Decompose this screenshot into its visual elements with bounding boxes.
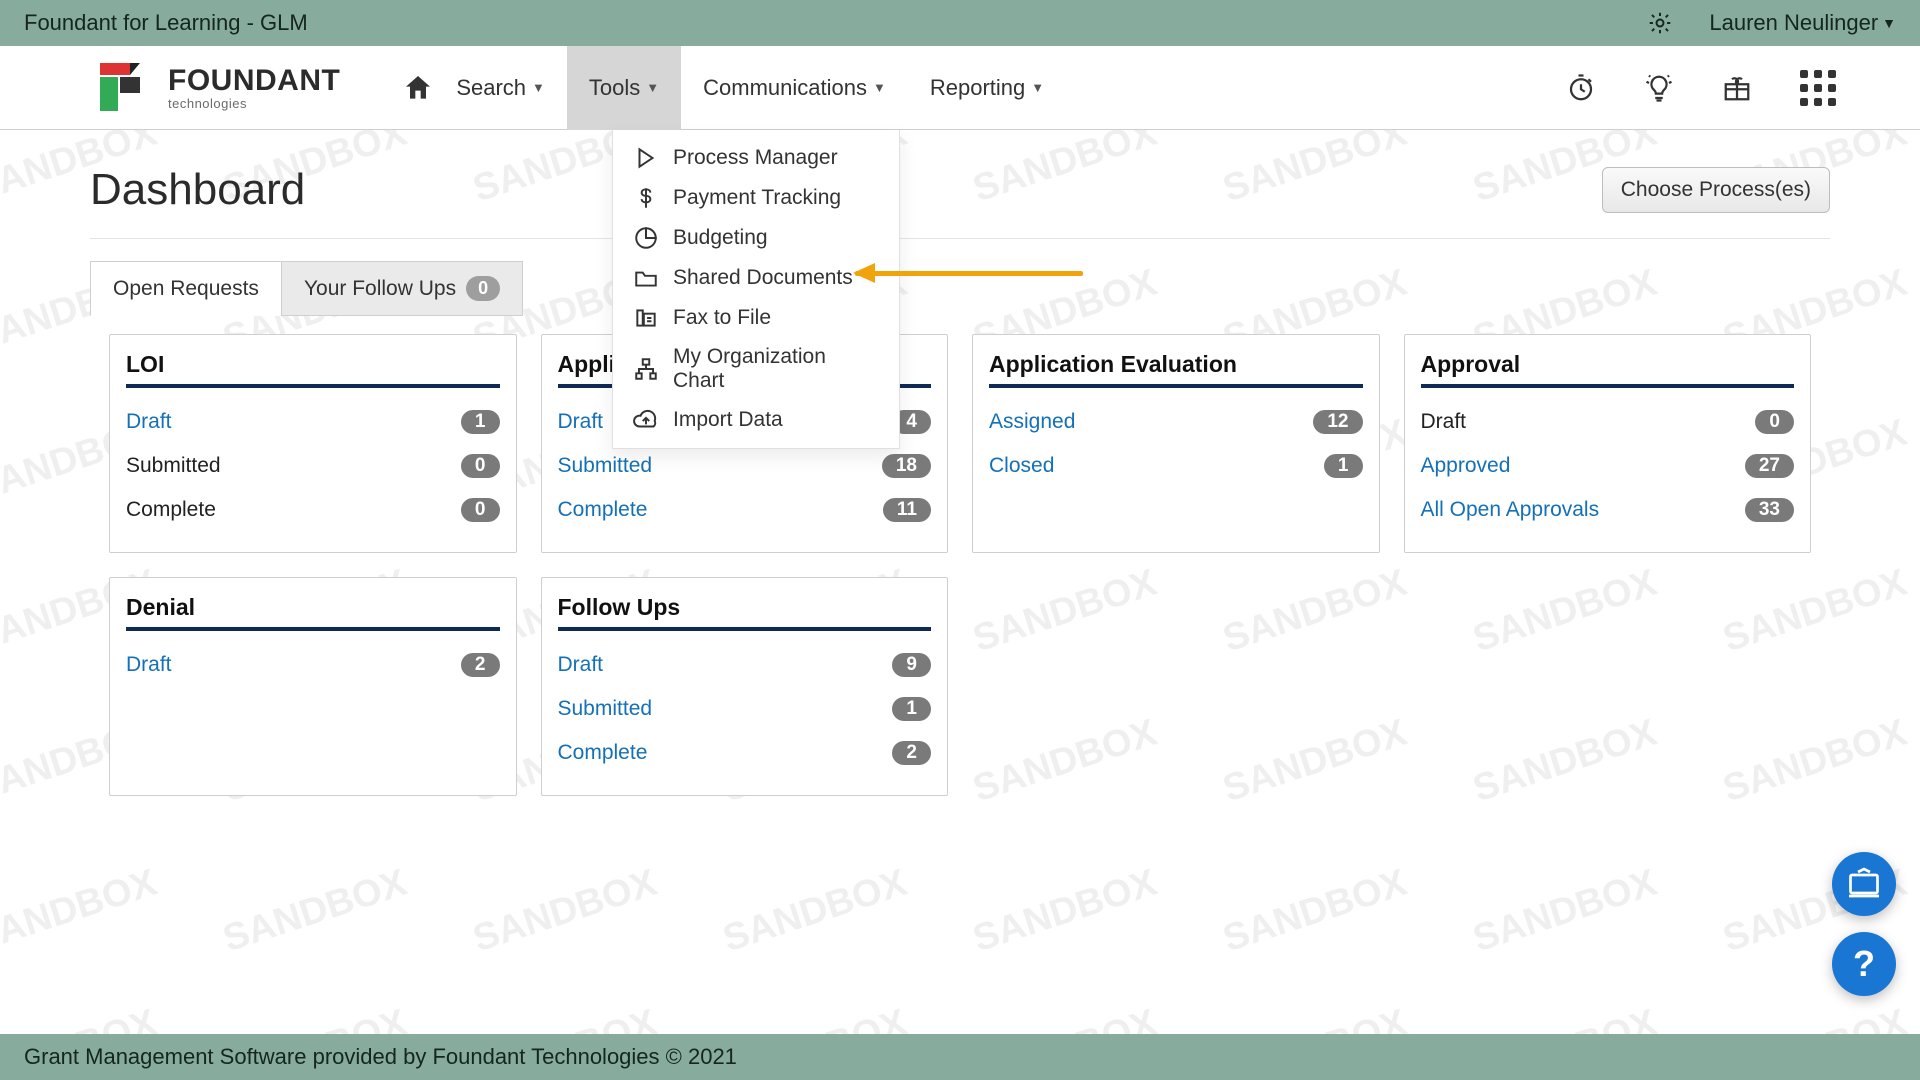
- main-navbar: FOUNDANT technologies Search ▼ Tools ▼ C…: [0, 46, 1920, 130]
- dollar-icon: [633, 185, 659, 211]
- logo-text: FOUNDANT: [168, 64, 340, 98]
- system-title: Foundant for Learning - GLM: [24, 10, 308, 36]
- stopwatch-icon[interactable]: [1566, 73, 1596, 103]
- card-title: Application Evaluation: [989, 351, 1363, 388]
- chevron-down-icon: ▼: [646, 80, 659, 95]
- home-icon[interactable]: [402, 72, 434, 104]
- gift-icon[interactable]: [1722, 73, 1752, 103]
- chevron-down-icon: ▼: [873, 80, 886, 95]
- nav-tools[interactable]: Tools ▼: [567, 46, 681, 130]
- tools-fax-to-file[interactable]: Fax to File: [613, 298, 899, 338]
- loi-row-draft: Draft 1: [126, 400, 500, 444]
- process-icon: [633, 145, 659, 171]
- tools-my-org-chart[interactable]: My Organization Chart: [613, 338, 899, 400]
- user-name: Lauren Neulinger: [1709, 10, 1878, 36]
- apps-grid-icon[interactable]: [1800, 70, 1836, 106]
- chevron-down-icon: ▼: [1882, 15, 1896, 31]
- chevron-down-icon: ▼: [1031, 80, 1044, 95]
- system-bar: Foundant for Learning - GLM Lauren Neuli…: [0, 0, 1920, 46]
- settings-gear-icon[interactable]: [1647, 10, 1673, 36]
- fab-training-icon[interactable]: [1832, 852, 1896, 916]
- lightbulb-icon[interactable]: [1644, 73, 1674, 103]
- nav-reporting[interactable]: Reporting ▼: [908, 46, 1066, 130]
- card-loi: LOI Draft 1 Submitted 0 Complete 0: [109, 334, 517, 553]
- fax-icon: [633, 305, 659, 331]
- card-followups: Follow Ups Draft9 Submitted1 Complete2: [541, 577, 949, 796]
- cloud-upload-icon: [633, 407, 659, 433]
- card-title: LOI: [126, 351, 500, 388]
- tools-dropdown: Process Manager Payment Tracking Budgeti…: [612, 130, 900, 449]
- folder-icon: [633, 265, 659, 291]
- tab-open-requests[interactable]: Open Requests: [90, 261, 282, 316]
- tools-process-manager[interactable]: Process Manager: [613, 138, 899, 178]
- nav-search[interactable]: Search ▼: [434, 46, 567, 130]
- user-menu[interactable]: Lauren Neulinger ▼: [1709, 10, 1896, 36]
- tools-import-data[interactable]: Import Data: [613, 400, 899, 440]
- loi-row-complete: Complete 0: [126, 488, 500, 532]
- logo-subtext: technologies: [168, 96, 340, 111]
- card-title: Approval: [1421, 351, 1795, 388]
- card-title: Denial: [126, 594, 500, 631]
- foundant-logo[interactable]: FOUNDANT technologies: [92, 53, 340, 123]
- nav-communications[interactable]: Communications ▼: [681, 46, 908, 130]
- header-divider: [90, 238, 1830, 239]
- tools-payment-tracking[interactable]: Payment Tracking: [613, 178, 899, 218]
- page-title: Dashboard: [90, 165, 305, 215]
- follow-ups-count-badge: 0: [466, 276, 500, 301]
- card-denial: Denial Draft2: [109, 577, 517, 796]
- annotation-arrow: [855, 265, 1095, 283]
- pie-chart-icon: [633, 225, 659, 251]
- count-badge: 0: [461, 498, 500, 522]
- org-chart-icon: [633, 356, 659, 382]
- tab-your-follow-ups[interactable]: Your Follow Ups 0: [281, 261, 523, 316]
- choose-process-button[interactable]: Choose Process(es): [1602, 167, 1830, 213]
- fab-help-icon[interactable]: ?: [1832, 932, 1896, 996]
- loi-row-submitted: Submitted 0: [126, 444, 500, 488]
- footer-text: Grant Management Software provided by Fo…: [24, 1044, 737, 1070]
- footer-bar: Grant Management Software provided by Fo…: [0, 1034, 1920, 1080]
- chevron-down-icon: ▼: [532, 80, 545, 95]
- count-badge: 1: [461, 410, 500, 434]
- card-approval: Approval Draft0 Approved27 All Open Appr…: [1404, 334, 1812, 553]
- card-title: Follow Ups: [558, 594, 932, 631]
- logo-mark-icon: [92, 53, 160, 123]
- tools-budgeting[interactable]: Budgeting: [613, 218, 899, 258]
- count-badge: 0: [461, 454, 500, 478]
- card-evaluation: Application Evaluation Assigned12 Closed…: [972, 334, 1380, 553]
